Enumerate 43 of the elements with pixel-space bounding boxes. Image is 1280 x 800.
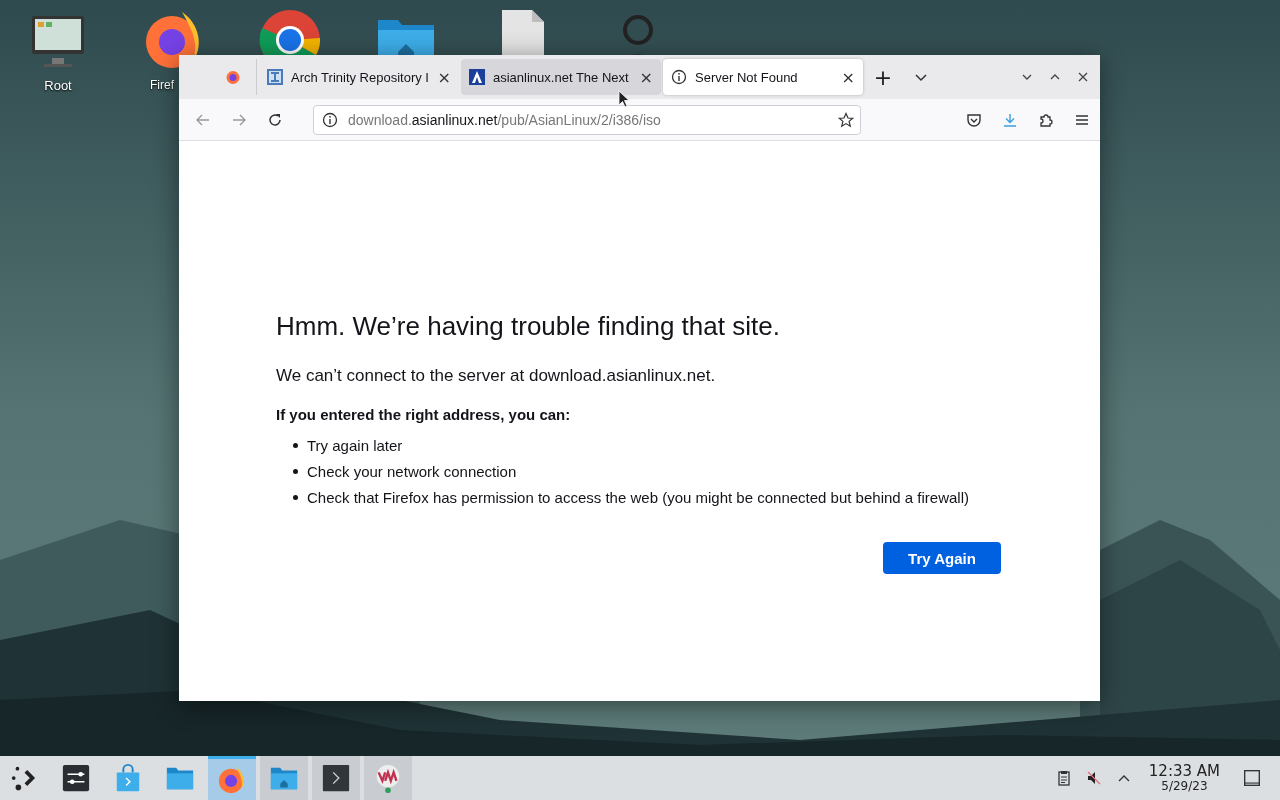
browser-tab[interactable]: asianlinux.net The Next ×: [461, 59, 661, 95]
browser-tab[interactable]: Server Not Found ×: [663, 59, 863, 95]
clock-date: 5/29/23: [1161, 779, 1208, 793]
suggestion-text: Check your network connection: [307, 463, 517, 480]
tab-title: Arch Trinity Repository I: [291, 69, 430, 85]
suggestion-text: Try again later: [307, 437, 403, 454]
error-message: We can’t connect to the server at download.asianlinux.net.: [276, 366, 717, 386]
error-title: Hmm. We’re having trouble finding that site.: [276, 311, 781, 342]
info-icon[interactable]: [322, 111, 338, 128]
close-tab-button[interactable]: ×: [437, 67, 451, 87]
desktop-icon-label[interactable]: Root: [44, 78, 72, 93]
site-logo-icon: [469, 69, 485, 85]
bullet-dot: [293, 443, 298, 448]
new-tab-button[interactable]: +: [865, 64, 901, 90]
show-desktop-icon[interactable]: [1243, 769, 1261, 787]
close-tab-button[interactable]: ×: [639, 67, 653, 87]
close-icon[interactable]: [1077, 71, 1089, 83]
clock-time: 12:33 AM: [1148, 763, 1220, 780]
desktop-icon-label[interactable]: Firef: [150, 78, 174, 92]
tab-title: Server Not Found: [695, 69, 799, 85]
bullet-dot: [293, 469, 298, 474]
reload-icon[interactable]: [267, 111, 283, 128]
suggestion-text: Check that Firefox has permission to access the web (you might be connected but behind a firewall): [307, 489, 969, 506]
info-icon: [671, 69, 687, 85]
url-text: download.asianlinux.net/pub/AsianLinux/2/i386/iso: [348, 111, 662, 128]
terminal-icon: [321, 763, 351, 793]
muted-speaker-icon[interactable]: [1085, 770, 1102, 786]
try-again-button[interactable]: Try Again: [883, 542, 1001, 574]
close-tab-button[interactable]: ×: [841, 67, 855, 87]
sliders-icon: [61, 763, 91, 793]
clock[interactable]: 12:33 AM 5/29/23: [1148, 756, 1220, 800]
puzzle-icon[interactable]: [1038, 111, 1054, 128]
taskbar-item[interactable]: [312, 756, 360, 800]
star-icon[interactable]: [838, 111, 854, 128]
address-bar[interactable]: download.asianlinux.net/pub/AsianLinux/2/i386/iso: [313, 104, 861, 135]
clipboard-icon[interactable]: [1055, 770, 1072, 786]
error-hint: If you entered the right address, you can:: [276, 406, 572, 423]
firefox-icon: [224, 69, 241, 85]
pocket-icon[interactable]: [966, 111, 982, 128]
site-logo-icon: [267, 69, 283, 85]
tab-title: asianlinux.net The Next: [493, 69, 630, 85]
bullet-dot: [293, 495, 298, 500]
browser-tab[interactable]: Arch Trinity Repository I ×: [259, 59, 459, 95]
